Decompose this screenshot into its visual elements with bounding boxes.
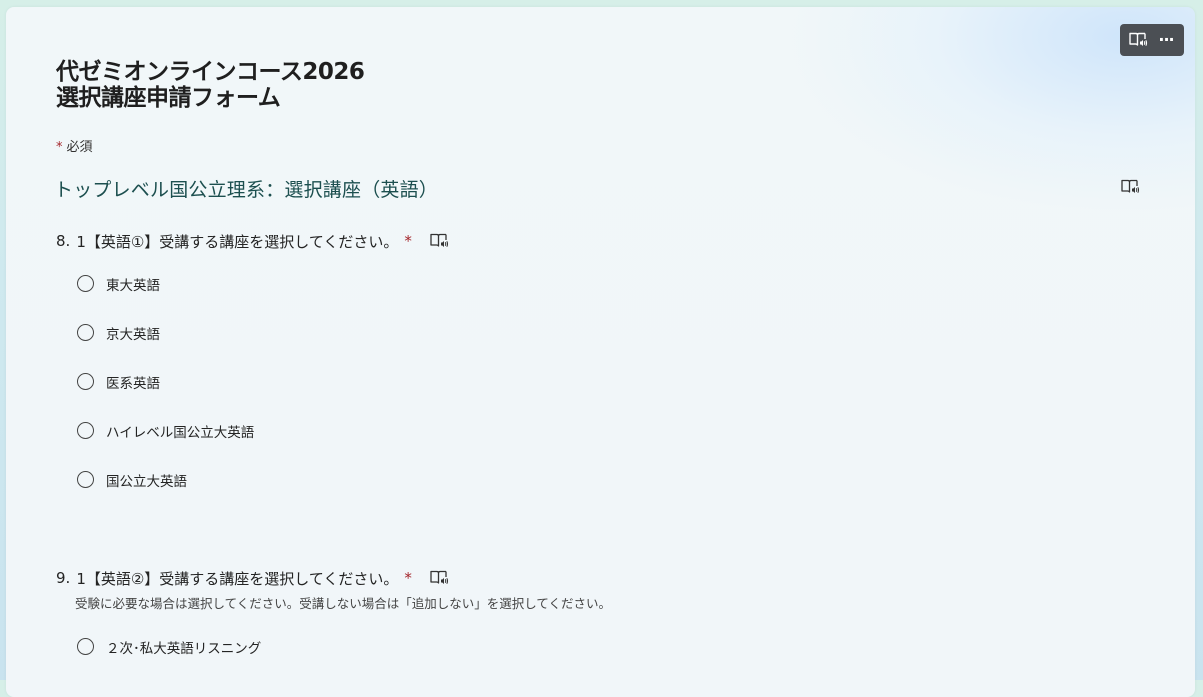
- question-9-subtitle: 受験に必要な場合は選択してください。受講しない場合は「追加しない」を選択してくだ…: [75, 596, 612, 611]
- option-label: ２次･私大英語リスニング: [106, 640, 262, 657]
- question-9-text: 1【英語②】受講する講座を選択してください。: [76, 569, 399, 588]
- immersive-reader-icon: [430, 233, 448, 247]
- section-reader-button[interactable]: [1118, 176, 1142, 198]
- radio-button[interactable]: [77, 324, 94, 341]
- immersive-reader-icon: [1121, 179, 1140, 193]
- radio-button[interactable]: [77, 638, 94, 655]
- radio-button[interactable]: [77, 422, 94, 439]
- question-9-header: 9. 1【英語②】受講する講座を選択してください。 *: [56, 567, 611, 589]
- question-8-options: 東大英語 京大英語 医系英語 ハイレベル国公立大英語 国公立大英語: [77, 259, 254, 504]
- question-8: 8. 1【英語①】受講する講座を選択してください。 *: [56, 230, 450, 252]
- radio-button[interactable]: [77, 373, 94, 390]
- option-label: ハイレベル国公立大英語: [106, 424, 255, 441]
- question-8-text: 1【英語①】受講する講座を選択してください。: [76, 232, 399, 251]
- question-8-option-5[interactable]: 国公立大英語: [77, 455, 254, 504]
- option-label: 国公立大英語: [106, 473, 187, 490]
- question-8-option-2[interactable]: 京大英語: [77, 308, 254, 357]
- question-9-number: 9.: [56, 569, 71, 587]
- form-title: 代ゼミオンラインコース2026 選択講座申請フォーム: [56, 59, 365, 111]
- radio-button[interactable]: [77, 275, 94, 292]
- question-8-option-3[interactable]: 医系英語: [77, 357, 254, 406]
- question-9-option-1[interactable]: ２次･私大英語リスニング: [77, 622, 261, 671]
- option-label: 京大英語: [106, 326, 160, 343]
- immersive-reader-icon: [1129, 32, 1148, 46]
- question-8-number: 8.: [56, 232, 71, 250]
- immersive-reader-button[interactable]: [1125, 27, 1151, 53]
- more-options-button[interactable]: ···: [1153, 27, 1179, 53]
- required-note: * 必須: [56, 136, 93, 155]
- immersive-reader-icon: [430, 570, 448, 584]
- radio-button[interactable]: [77, 471, 94, 488]
- section-title: トップレベル国公立理系：選択講座（英語）: [54, 179, 439, 201]
- more-options-icon: ···: [1158, 30, 1174, 49]
- required-label: 必須: [66, 140, 93, 155]
- question-8-reader-button[interactable]: [428, 231, 450, 251]
- form-toolbar: ···: [1120, 24, 1184, 56]
- option-label: 東大英語: [106, 277, 160, 294]
- question-9-reader-button[interactable]: [428, 568, 450, 588]
- form-title-line-1: 代ゼミオンラインコース2026: [56, 59, 365, 85]
- question-9: 9. 1【英語②】受講する講座を選択してください。 * 受験に必要な場合は選択し…: [56, 567, 611, 612]
- question-8-option-4[interactable]: ハイレベル国公立大英語: [77, 406, 254, 455]
- question-8-option-1[interactable]: 東大英語: [77, 259, 254, 308]
- question-8-required-star: *: [404, 232, 412, 250]
- form-card: ··· 代ゼミオンラインコース2026 選択講座申請フォーム * 必須 トップレベ…: [6, 7, 1195, 697]
- question-9-required-star: *: [404, 569, 412, 587]
- form-title-line-2: 選択講座申請フォーム: [56, 85, 281, 111]
- required-star: *: [56, 140, 63, 155]
- question-9-options: ２次･私大英語リスニング: [77, 622, 261, 671]
- question-8-header: 8. 1【英語①】受講する講座を選択してください。 *: [56, 230, 450, 252]
- option-label: 医系英語: [106, 375, 160, 392]
